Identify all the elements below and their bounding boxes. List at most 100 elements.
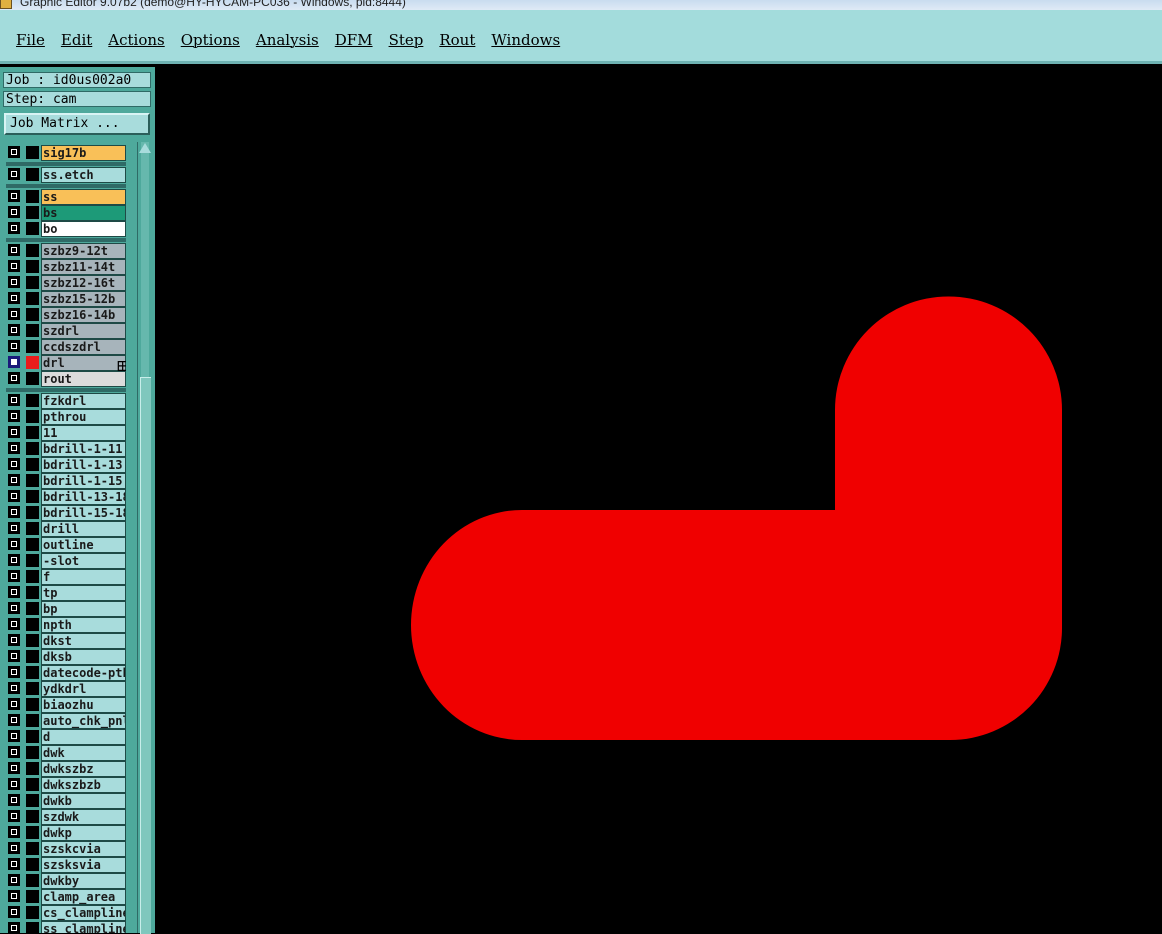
layer-checkbox[interactable]: [8, 906, 20, 918]
layer-list-scrollbar[interactable]: [137, 142, 152, 934]
layer-row[interactable]: npth: [4, 616, 126, 633]
layer-checkbox[interactable]: [8, 222, 20, 234]
layer-checkbox[interactable]: [8, 276, 20, 288]
layer-row[interactable]: bp: [4, 600, 126, 617]
layer-checkbox[interactable]: [8, 602, 20, 614]
layer-row[interactable]: auto_chk_pnl: [4, 712, 126, 729]
layer-checkbox[interactable]: [8, 490, 20, 502]
layer-name[interactable]: f: [41, 569, 126, 585]
layer-name[interactable]: dwkszbzb: [41, 777, 126, 793]
layer-name[interactable]: outline: [41, 537, 126, 553]
layer-name[interactable]: drill: [41, 521, 126, 537]
layer-display-color-swatch[interactable]: [26, 890, 39, 903]
layer-checkbox[interactable]: [8, 778, 20, 790]
layer-name[interactable]: auto_chk_pnl: [41, 713, 126, 729]
layer-name[interactable]: bdrill-1-15: [41, 473, 126, 489]
layer-display-color-swatch[interactable]: [26, 410, 39, 423]
layer-display-color-swatch[interactable]: [26, 762, 39, 775]
layer-row[interactable]: szdrl: [4, 322, 126, 339]
layer-row[interactable]: clamp_area: [4, 888, 126, 905]
layer-name[interactable]: bo: [41, 221, 126, 237]
layer-name[interactable]: ss: [41, 189, 126, 205]
layer-display-color-swatch[interactable]: [26, 372, 39, 385]
layer-row[interactable]: bdrill-15-18: [4, 504, 126, 521]
layer-row[interactable]: szbz11-14t: [4, 258, 126, 275]
layer-name[interactable]: szbz11-14t: [41, 259, 126, 275]
layer-checkbox[interactable]: [8, 666, 20, 678]
layer-checkbox[interactable]: [8, 340, 20, 352]
layer-display-color-swatch[interactable]: [26, 490, 39, 503]
layer-display-color-swatch[interactable]: [26, 538, 39, 551]
layer-name[interactable]: szsksvia: [41, 857, 126, 873]
scroll-up-arrow-icon[interactable]: [139, 143, 151, 153]
layer-name[interactable]: szbz15-12b: [41, 291, 126, 307]
layer-row[interactable]: szdwk: [4, 808, 126, 825]
layer-display-color-swatch[interactable]: [26, 730, 39, 743]
layer-display-color-swatch[interactable]: [26, 650, 39, 663]
layer-display-color-swatch[interactable]: [26, 146, 39, 159]
layer-name[interactable]: ydkdrl: [41, 681, 126, 697]
layer-checkbox[interactable]: [8, 356, 20, 368]
layer-checkbox[interactable]: [8, 858, 20, 870]
layer-name[interactable]: ccdszdrl: [41, 339, 126, 355]
layer-row[interactable]: dwkby: [4, 872, 126, 889]
layer-row[interactable]: ss.etch: [4, 166, 126, 183]
layer-checkbox[interactable]: [8, 730, 20, 742]
layer-checkbox[interactable]: [8, 826, 20, 838]
layer-checkbox[interactable]: [8, 244, 20, 256]
layer-checkbox[interactable]: [8, 426, 20, 438]
layer-name[interactable]: tp: [41, 585, 126, 601]
layer-display-color-swatch[interactable]: [26, 922, 39, 933]
layer-display-color-swatch[interactable]: [26, 458, 39, 471]
layer-checkbox[interactable]: [8, 650, 20, 662]
layer-name[interactable]: bs: [41, 205, 126, 221]
layer-display-color-swatch[interactable]: [26, 794, 39, 807]
layer-row[interactable]: rout: [4, 370, 126, 387]
layer-checkbox[interactable]: [8, 324, 20, 336]
layer-checkbox[interactable]: [8, 682, 20, 694]
layer-row[interactable]: d: [4, 728, 126, 745]
layer-row[interactable]: dwk: [4, 744, 126, 761]
layer-checkbox[interactable]: [8, 292, 20, 304]
menu-file[interactable]: File: [16, 31, 45, 49]
layer-display-color-swatch[interactable]: [26, 276, 39, 289]
layer-display-color-swatch[interactable]: [26, 746, 39, 759]
layer-checkbox[interactable]: [8, 698, 20, 710]
rout-feature-shape[interactable]: [411, 296, 1063, 741]
layer-name[interactable]: fzkdrl: [41, 393, 126, 409]
layer-row[interactable]: ss_clampline: [4, 920, 126, 933]
layer-name[interactable]: dwk: [41, 745, 126, 761]
layer-display-color-swatch[interactable]: [26, 190, 39, 203]
layer-checkbox[interactable]: [8, 410, 20, 422]
layer-row[interactable]: f: [4, 568, 126, 585]
layer-name[interactable]: ss.etch: [41, 167, 126, 183]
layer-checkbox[interactable]: [8, 874, 20, 886]
menu-edit[interactable]: Edit: [61, 31, 92, 49]
layer-display-color-swatch[interactable]: [26, 858, 39, 871]
layer-checkbox[interactable]: [8, 260, 20, 272]
layer-checkbox[interactable]: [8, 190, 20, 202]
layer-checkbox[interactable]: [8, 586, 20, 598]
layer-display-color-swatch[interactable]: [26, 682, 39, 695]
layer-name[interactable]: pthrou: [41, 409, 126, 425]
layer-display-color-swatch[interactable]: [26, 292, 39, 305]
layer-row[interactable]: szbz15-12b: [4, 290, 126, 307]
layer-row[interactable]: pthrou: [4, 408, 126, 425]
layer-name[interactable]: clamp_area: [41, 889, 126, 905]
layer-checkbox[interactable]: [8, 522, 20, 534]
layer-display-color-swatch[interactable]: [26, 260, 39, 273]
layer-row[interactable]: -slot: [4, 552, 126, 569]
layer-name[interactable]: bdrill-1-13: [41, 457, 126, 473]
layer-name[interactable]: drl: [41, 355, 126, 371]
layer-name[interactable]: dkst: [41, 633, 126, 649]
layer-checkbox[interactable]: [8, 794, 20, 806]
menu-dfm[interactable]: DFM: [335, 31, 373, 49]
layer-name[interactable]: ss_clampline: [41, 921, 126, 933]
menu-step[interactable]: Step: [389, 31, 424, 49]
layer-row[interactable]: bdrill-1-11: [4, 440, 126, 457]
layer-display-color-swatch[interactable]: [26, 554, 39, 567]
layer-name[interactable]: dwkby: [41, 873, 126, 889]
layer-checkbox[interactable]: [8, 762, 20, 774]
layer-row[interactable]: bdrill-1-13: [4, 456, 126, 473]
layer-checkbox[interactable]: [8, 168, 20, 180]
